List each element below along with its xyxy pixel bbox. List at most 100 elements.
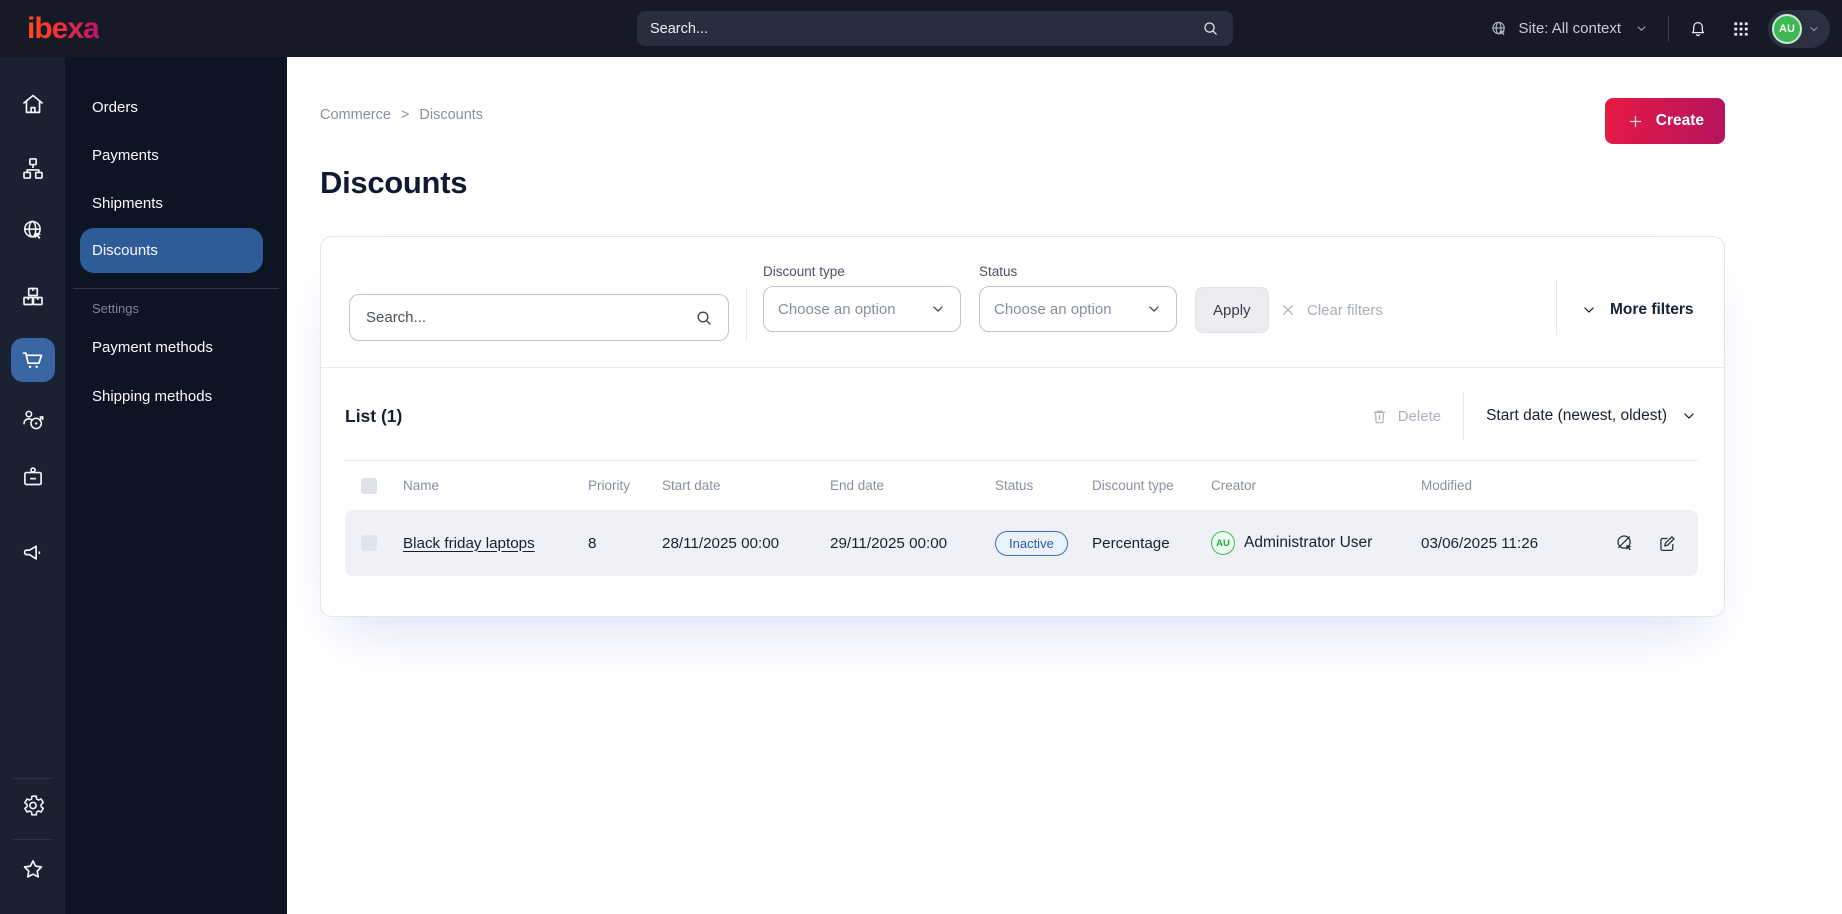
clear-filters-button[interactable]: Clear filters [1279, 287, 1383, 333]
search-icon [1204, 22, 1217, 35]
column-header-modified: Modified [1421, 478, 1473, 493]
cell-modified: 03/06/2025 11:26 [1421, 534, 1539, 552]
breadcrumb-separator: > [400, 107, 410, 123]
filter-divider [746, 289, 747, 341]
commerce-nav-active[interactable] [10, 338, 55, 382]
id-badge-icon[interactable] [19, 464, 46, 491]
creator-avatar: AU [1211, 531, 1235, 555]
user-menu[interactable]: AU [1768, 9, 1830, 48]
chevron-down-icon [1637, 26, 1646, 31]
rail-divider [12, 778, 53, 779]
column-header-end-date: End date [830, 478, 885, 493]
topbar-divider [1668, 15, 1669, 42]
menu-item-discounts[interactable]: Discounts [80, 228, 263, 273]
site-context-label: Site: All context [1518, 20, 1621, 37]
more-filters-button[interactable]: More filters [1580, 287, 1694, 333]
ibexa-logo[interactable]: ibexa [27, 12, 100, 46]
table-row: Black friday laptops 8 28/11/2025 00:00 … [345, 510, 1698, 576]
status-filter: Status Choose an option [979, 264, 1177, 332]
chevron-down-icon [1810, 26, 1818, 31]
trash-icon [1373, 410, 1385, 423]
bookmarks-star-icon[interactable] [19, 856, 46, 883]
preview-disabled-icon[interactable] [1614, 532, 1636, 554]
cell-end-date: 29/11/2025 00:00 [830, 534, 948, 552]
list-divider [1463, 392, 1465, 440]
site-context-selector[interactable]: Site: All context [1489, 19, 1649, 39]
select-all-checkbox[interactable] [361, 477, 377, 494]
global-search-input[interactable] [650, 20, 1201, 37]
chevron-down-icon [933, 306, 943, 312]
menu-item-shipping-methods[interactable]: Shipping methods [80, 374, 263, 419]
discount-type-label: Discount type [763, 264, 845, 279]
breadcrumb: Commerce > Discounts [320, 98, 483, 123]
more-filters-label: More filters [1610, 301, 1694, 318]
settings-gear-icon[interactable] [19, 792, 46, 819]
discounts-card: Discount type Choose an option Status Ch… [320, 236, 1725, 617]
column-header-start-date: Start date [662, 478, 721, 493]
menu-item-orders[interactable]: Orders [80, 85, 263, 130]
creator-name: Administrator User [1244, 534, 1373, 551]
avatar: AU [1772, 13, 1802, 44]
menu-item-shipments[interactable]: Shipments [80, 181, 263, 226]
apply-button[interactable]: Apply [1195, 287, 1269, 333]
sort-label: Start date (newest, oldest) [1486, 407, 1667, 424]
create-button-label: Create [1655, 112, 1704, 129]
sitemap-icon[interactable] [19, 155, 46, 182]
discount-type-filter: Discount type Choose an option [763, 264, 961, 332]
notifications-bell-icon[interactable] [1688, 19, 1708, 39]
cell-start-date: 28/11/2025 00:00 [662, 534, 780, 552]
row-checkbox[interactable] [361, 535, 377, 551]
discount-type-value: Choose an option [778, 300, 896, 318]
global-search [637, 11, 1233, 46]
edit-icon[interactable] [1656, 532, 1678, 554]
column-header-discount-type: Discount type [1092, 478, 1174, 493]
filter-search-input[interactable] [366, 309, 694, 326]
status-label: Status [979, 264, 1018, 279]
menu-item-payments[interactable]: Payments [80, 133, 263, 178]
page-title: Discounts [320, 165, 468, 200]
commerce-cart-icon [22, 351, 43, 368]
products-boxes-icon[interactable] [19, 284, 46, 311]
close-icon [1282, 304, 1294, 316]
cell-priority: 8 [588, 534, 597, 552]
menu-item-payment-methods[interactable]: Payment methods [80, 325, 263, 370]
status-badge: Inactive [995, 530, 1068, 556]
create-button[interactable]: Create [1604, 98, 1725, 144]
globe-icon [1492, 21, 1507, 36]
main-nav-rail [0, 57, 65, 914]
column-header-status: Status [995, 478, 1034, 493]
column-header-priority: Priority [588, 478, 631, 493]
filter-divider [1556, 279, 1557, 335]
discount-name-link[interactable]: Black friday laptops [403, 535, 535, 552]
home-icon[interactable] [19, 91, 46, 118]
rail-divider [12, 839, 53, 840]
site-preview-globe-icon[interactable] [19, 217, 46, 244]
chevron-down-icon [1684, 413, 1694, 419]
plus-icon [1629, 115, 1642, 127]
main-content: Commerce > Discounts Create Discounts Di… [287, 57, 1842, 914]
column-header-creator: Creator [1211, 478, 1257, 493]
menu-section-label: Settings [92, 301, 139, 316]
cell-discount-type: Percentage [1092, 534, 1170, 552]
chevron-down-icon [1149, 306, 1159, 312]
column-header-name: Name [403, 478, 440, 493]
topbar: ibexa Site: All context AU [0, 0, 1842, 57]
segments-target-icon[interactable] [19, 407, 46, 434]
menu-divider [73, 288, 279, 289]
discount-type-select[interactable]: Choose an option [763, 286, 961, 332]
megaphone-icon[interactable] [19, 540, 46, 567]
filter-search [349, 294, 729, 341]
clear-filters-label: Clear filters [1307, 301, 1383, 319]
commerce-submenu: Orders Payments Shipments Discounts Sett… [65, 57, 287, 914]
breadcrumb-discounts[interactable]: Discounts [419, 107, 483, 123]
app-grid-icon[interactable] [1731, 19, 1751, 39]
filter-bar: Discount type Choose an option Status Ch… [321, 237, 1724, 368]
breadcrumb-commerce[interactable]: Commerce [320, 107, 391, 123]
sort-dropdown[interactable]: Start date (newest, oldest) [1486, 407, 1698, 425]
search-icon [697, 310, 711, 325]
status-value: Choose an option [994, 300, 1112, 318]
table-header: Name Priority Start date End date Status… [345, 460, 1698, 510]
delete-button[interactable]: Delete [1370, 407, 1441, 426]
delete-label: Delete [1397, 407, 1442, 425]
status-select[interactable]: Choose an option [979, 286, 1177, 332]
